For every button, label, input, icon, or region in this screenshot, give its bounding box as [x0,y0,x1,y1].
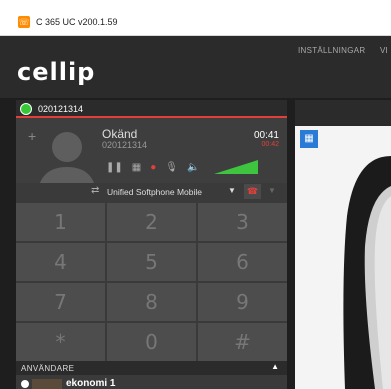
line-number: 020121314 [38,104,84,114]
dialpad-key[interactable]: 5 [107,243,196,281]
dialpad-key[interactable]: 2 [107,203,196,241]
microphone-icon[interactable]: 🎙 [165,162,178,174]
collapse-icon[interactable]: ▲ [271,362,279,371]
caller-number: 020121314 [102,140,148,150]
dialpad-key[interactable]: 8 [107,283,196,321]
line-status-icon [20,103,32,115]
chevron-down-icon[interactable]: ▼ [268,186,276,195]
app-icon: ☏ [18,16,30,28]
users-section-header[interactable]: ANVÄNDARE ▲ [16,361,287,375]
calendar-icon[interactable]: ▦ [300,130,318,148]
call-duration-secondary: 00:42 [261,141,279,148]
volume-level-icon[interactable] [214,160,258,174]
hangup-button[interactable]: ☎ [244,184,261,199]
phone-panel: 020121314 + Okänd 020121314 00:41 00:42 … [16,100,287,389]
app-header: cellip INSTÄLLNINGAR VI [0,36,391,98]
record-icon[interactable]: ● [150,162,156,174]
line-bar[interactable]: 020121314 [16,100,287,118]
dialpad-icon[interactable]: ▦ [132,162,141,174]
dialpad-key[interactable]: 9 [198,283,287,321]
active-call-card: + Okänd 020121314 00:41 00:42 ❚❚ ▦ ● 🎙 🔈 [16,118,287,201]
transfer-icon[interactable]: ⇄ [91,185,99,196]
user-avatar [32,379,62,389]
user-status-icon [21,380,29,388]
dialpad-key[interactable]: 0 [107,323,196,361]
dialpad-key[interactable]: 3 [198,203,287,241]
caller-name: Okänd [102,127,138,141]
contact-photo-image [295,126,391,389]
nav-item-cut[interactable]: VI [380,46,388,55]
pause-icon[interactable]: ❚❚ [106,162,123,174]
speaker-icon[interactable]: 🔈 [187,162,199,174]
contact-panel-header [295,100,391,124]
user-name: ekonomi 1 [66,378,116,389]
call-controls: ❚❚ ▦ ● 🎙 🔈 [106,160,199,176]
dialpad-key[interactable]: # [198,323,287,361]
dialpad-key[interactable]: 4 [16,243,105,281]
contact-photo: ▦ [295,126,391,389]
call-duration: 00:41 [253,130,279,141]
user-list-item[interactable]: ekonomi 1 [16,376,287,389]
dialpad-key[interactable]: * [16,323,105,361]
nav-settings[interactable]: INSTÄLLNINGAR [298,46,365,55]
chevron-down-icon[interactable]: ▼ [228,186,236,195]
dialpad: 1 2 3 4 5 6 7 8 9 * 0 # [16,203,287,361]
window-titlebar: ☏ C 365 UC v200.1.59 [0,0,391,36]
logo: cellip [17,58,96,86]
add-contact-button[interactable]: + [28,128,36,144]
dialpad-key[interactable]: 1 [16,203,105,241]
device-name[interactable]: Unified Softphone Mobile [107,187,202,197]
users-header-label: ANVÄNDARE [21,364,75,373]
dialpad-key[interactable]: 6 [198,243,287,281]
window-title: C 365 UC v200.1.59 [36,17,118,27]
dialpad-key[interactable]: 7 [16,283,105,321]
contact-panel: ▦ [295,100,391,389]
device-bar: ⇄ Unified Softphone Mobile ▼ ☎ ▼ [16,183,287,201]
